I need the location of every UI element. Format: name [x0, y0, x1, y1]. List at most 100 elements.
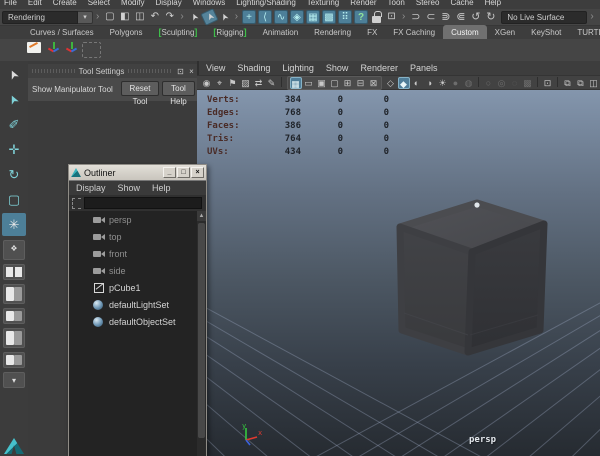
cube-object[interactable]: [382, 195, 557, 365]
scale-tool-icon[interactable]: ▢: [2, 188, 26, 211]
move-tool-icon[interactable]: ✛: [2, 138, 26, 161]
undo-icon[interactable]: ↶: [148, 10, 161, 24]
lighting-all-icon[interactable]: ☀: [437, 77, 449, 89]
grease-pencil-icon[interactable]: ✎: [266, 77, 278, 89]
filter-icon[interactable]: [72, 198, 81, 209]
separator[interactable]: [537, 77, 538, 87]
uv-layout-button[interactable]: [3, 352, 25, 368]
pan-zoom-icon[interactable]: ⇄: [253, 77, 265, 89]
construction-hook-icon-3[interactable]: ⋑: [439, 10, 452, 24]
menu-item[interactable]: Create: [53, 0, 77, 7]
outliner-item[interactable]: defaultObjectSet: [69, 313, 206, 330]
safe-title-icon[interactable]: ⊠: [368, 77, 380, 89]
snap-help-icon[interactable]: ?: [354, 10, 368, 24]
construction-hook-icon-5[interactable]: ↺: [469, 10, 482, 24]
camera-attributes-icon[interactable]: ⌖: [214, 77, 226, 89]
menu-item[interactable]: Lighting/Shading: [236, 0, 296, 7]
persp-outliner-layout-button[interactable]: [3, 284, 25, 304]
select-hierarchy-icon[interactable]: ➤: [185, 8, 203, 26]
drag-handle[interactable]: [32, 69, 75, 73]
lasso-tool-icon[interactable]: ➤: [0, 84, 29, 115]
panel-menu-item[interactable]: View: [206, 63, 225, 73]
paint-select-tool-icon[interactable]: ✐: [2, 113, 26, 136]
menu-item[interactable]: Texturing: [307, 0, 339, 7]
construction-hook-icon-6[interactable]: ↻: [484, 10, 497, 24]
drag-handle[interactable]: [128, 69, 171, 73]
close-button[interactable]: ×: [191, 167, 204, 178]
no-live-surface-field[interactable]: No Live Surface: [501, 11, 587, 24]
menu-item[interactable]: Modify: [121, 0, 145, 7]
menu-item[interactable]: Stereo: [416, 0, 440, 7]
construction-hook-icon-2[interactable]: ⊂: [424, 10, 437, 24]
pane-layout-2-icon[interactable]: ⧉: [575, 77, 587, 89]
make-live-icon[interactable]: ▩: [322, 10, 336, 24]
rotate-tool-icon[interactable]: ↻: [2, 163, 26, 186]
panel-menu-item[interactable]: Panels: [410, 63, 438, 73]
separator[interactable]: [478, 77, 479, 87]
shelf-tab[interactable]: FX Caching: [385, 25, 443, 39]
snap-to-points-icon[interactable]: ∿: [274, 10, 288, 24]
float-panel-icon[interactable]: ⊡: [175, 67, 186, 76]
hypershade-layout-button[interactable]: [3, 328, 25, 348]
depth-of-field-icon[interactable]: ◌: [509, 77, 521, 89]
reset-tool-button[interactable]: Reset Tool: [121, 81, 159, 96]
select-camera-icon[interactable]: ◉: [201, 77, 213, 89]
fog-icon[interactable]: ▩: [522, 77, 534, 89]
snap-to-curves-icon[interactable]: ⟨: [258, 10, 272, 24]
motion-blur-icon[interactable]: ○: [483, 77, 495, 89]
scroll-up-icon[interactable]: ▲: [197, 211, 206, 221]
grid-icon[interactable]: ▦: [290, 77, 302, 89]
snap-together-icon[interactable]: ⠿: [338, 10, 352, 24]
shaded-icon[interactable]: ◆: [398, 77, 410, 89]
shelf-tab[interactable]: Rendering: [306, 25, 359, 39]
outliner-item[interactable]: top: [69, 228, 206, 245]
shelf-tab[interactable]: Curves / Surfaces: [22, 25, 102, 39]
construction-hook-icon-4[interactable]: ⋐: [454, 10, 467, 24]
scrollbar-thumb[interactable]: [198, 223, 205, 438]
menu-item[interactable]: Toon: [388, 0, 405, 7]
open-scene-icon[interactable]: ◧: [118, 10, 131, 24]
outliner-item[interactable]: defaultLightSet: [69, 296, 206, 313]
panel-menu-item[interactable]: Show: [326, 63, 349, 73]
use-default-material-icon[interactable]: ◑: [424, 77, 436, 89]
multisample-icon[interactable]: ◎: [496, 77, 508, 89]
shelf-tab[interactable]: Animation: [255, 25, 307, 39]
menu-item[interactable]: Windows: [193, 0, 225, 7]
occlusion-icon[interactable]: ◍: [463, 77, 475, 89]
viewport-canvas[interactable]: Verts: 384 0 0 Edges: 768 0 0 Faces:: [197, 90, 600, 456]
construction-hook-icon-1[interactable]: ⊃: [409, 10, 422, 24]
tool-settings-header[interactable]: Tool Settings ⊡ ×: [28, 64, 197, 78]
persp-graph-layout-button[interactable]: [3, 308, 25, 324]
outliner-item[interactable]: pCube1: [69, 279, 206, 296]
shadows-icon[interactable]: ●: [450, 77, 462, 89]
outliner-menu-item[interactable]: Display: [76, 183, 106, 193]
menu-item[interactable]: Edit: [28, 0, 42, 7]
snap-to-grids-icon[interactable]: +: [242, 10, 256, 24]
shelf-tab[interactable]: XGen: [487, 25, 523, 39]
select-object-icon[interactable]: ➤: [200, 8, 218, 26]
redo-icon[interactable]: ↷: [163, 10, 176, 24]
lock-selection-icon[interactable]: [370, 10, 383, 24]
shelf-tab[interactable]: Custom: [443, 25, 487, 39]
image-plane-icon[interactable]: ▨: [240, 77, 252, 89]
outliner-toggle-icon[interactable]: ◫: [588, 77, 600, 89]
textured-icon[interactable]: ◐: [411, 77, 423, 89]
close-icon[interactable]: ×: [186, 67, 197, 76]
tool-help-button[interactable]: Tool Help: [162, 81, 195, 96]
field-chart-icon[interactable]: ⊞: [342, 77, 354, 89]
gate-mask-icon[interactable]: ▢: [329, 77, 341, 89]
menu-item[interactable]: Cache: [450, 0, 473, 7]
single-pane-layout-button[interactable]: ❖: [3, 240, 25, 260]
menu-set-selector[interactable]: Rendering ▾: [2, 11, 93, 24]
outliner-menu-item[interactable]: Show: [118, 183, 141, 193]
film-gate-icon[interactable]: ▭: [303, 77, 315, 89]
shelf-tab[interactable]: Polygons: [102, 25, 151, 39]
shelf-tab[interactable]: [Rigging]: [205, 25, 254, 39]
select-component-icon[interactable]: ➤: [215, 8, 233, 26]
panel-menu-item[interactable]: Shading: [237, 63, 270, 73]
safe-action-icon[interactable]: ⊟: [355, 77, 367, 89]
menu-item[interactable]: Select: [88, 0, 110, 7]
new-scene-icon[interactable]: ▢: [103, 10, 116, 24]
snap-to-view-planes-icon[interactable]: ▦: [306, 10, 320, 24]
outliner-titlebar[interactable]: Outliner _□×: [69, 165, 206, 180]
